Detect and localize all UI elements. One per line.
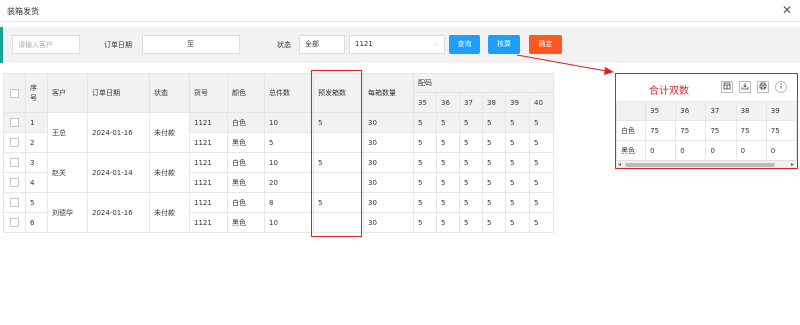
summary-col-size: 37 [705, 101, 737, 121]
filter-columns-icon[interactable] [721, 81, 733, 93]
summary-col-size: 38 [735, 101, 767, 121]
summary-value-cell: 0 [705, 140, 737, 161]
summary-value-cell: 75 [675, 120, 707, 141]
summary-color-cell: 黑色 [616, 140, 647, 161]
summary-horizontal-scrollbar[interactable]: ◂ ▸ [616, 160, 796, 168]
export-icon[interactable] [739, 81, 751, 93]
summary-value-cell: 75 [645, 120, 677, 141]
summary-col-size: 35 [645, 101, 677, 121]
summary-row: 白色 75 75 75 75 75 [616, 120, 797, 141]
scrollbar-thumb[interactable] [625, 163, 775, 167]
summary-col-color [616, 101, 647, 121]
summary-col-size: 39 [765, 101, 797, 121]
summary-value-cell: 0 [675, 140, 707, 161]
info-icon[interactable] [775, 81, 787, 93]
summary-value-cell: 0 [645, 140, 677, 161]
summary-value-cell: 0 [735, 140, 767, 161]
print-icon[interactable] [757, 81, 769, 93]
summary-value-cell: 75 [765, 120, 797, 141]
summary-panel: 合计双数 35 36 37 38 39 白色 75 75 75 75 75 黑色… [615, 73, 798, 169]
scroll-right-icon[interactable]: ▸ [791, 161, 794, 168]
arrow-line [516, 54, 607, 72]
scroll-left-icon[interactable]: ◂ [618, 161, 621, 168]
summary-col-size: 36 [675, 101, 707, 121]
summary-value-cell: 75 [735, 120, 767, 141]
summary-value-cell: 75 [705, 120, 737, 141]
arrow-head [604, 67, 614, 75]
summary-table: 35 36 37 38 39 白色 75 75 75 75 75 黑色 0 0 … [616, 101, 797, 161]
summary-title: 合计双数 [649, 86, 689, 97]
summary-color-cell: 白色 [616, 120, 647, 141]
summary-row: 黑色 0 0 0 0 0 [616, 140, 797, 161]
summary-value-cell: 0 [765, 140, 797, 161]
